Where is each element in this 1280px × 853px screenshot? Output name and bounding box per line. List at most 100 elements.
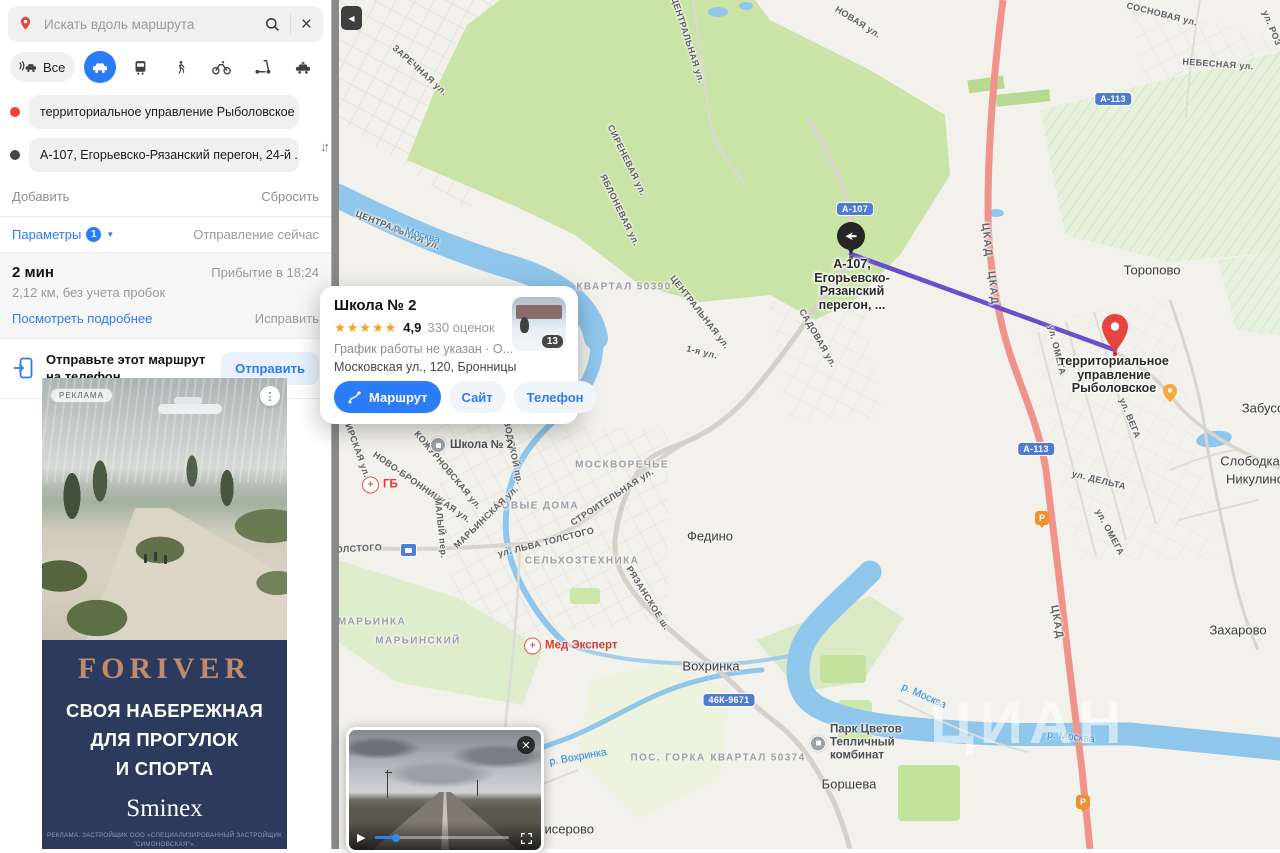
poi-dot-icon [810,735,826,751]
destination-label: территориальное управление Рыболовское [1059,354,1169,395]
mode-scooter[interactable] [246,51,278,83]
fix-link[interactable]: Исправить [255,311,319,326]
video-player[interactable]: ▶ ✕ [346,727,544,853]
route-point-b-label: А-107, Егорьевско- Рязанский перегон, ... [814,257,890,312]
collapse-panel-button[interactable]: ◀ [341,6,362,30]
mode-bike[interactable] [206,51,238,83]
map-label-area: СЕЛЬХОЗТЕХНИКА [524,555,640,567]
map-label-area: КВАРТАЛ 50374 [710,752,806,764]
car-icon [92,63,108,74]
reset-route-button[interactable]: Сбросить [261,189,319,204]
place-address: Московская ул., 120, Бронницы [334,360,517,374]
mode-walk[interactable] [165,51,197,83]
waypoint-row-from: территориальное управление Рыболовское [10,95,321,129]
map-label-town: Забусово [1241,400,1280,416]
route-icon [348,390,361,403]
map-poi-label: ГБ [383,478,398,491]
scooter-icon [255,59,271,74]
mode-bus[interactable] [125,51,157,83]
place-photo[interactable]: 13 [512,297,566,351]
chevron-down-icon: ▼ [106,230,115,239]
map-poi[interactable]: Школа № 2 [430,437,513,453]
route-distance: 2,12 км, без учета пробок [12,285,166,300]
map-poi-label: Школа № 2 [450,438,514,451]
ad-developer-logo: Sminex [126,795,203,822]
map-label-area: МОСКВОРЕЧЬЕ [575,459,669,471]
ad-menu-icon[interactable]: ⋮ [260,386,280,406]
arrival-time: Прибытие в 18:24 [211,265,319,280]
map-pin-icon [20,16,31,30]
ad-brand-logo: FORIVER [77,652,252,685]
map-poi-label: Мед Эксперт [545,639,618,652]
photo-count-badge: 13 [541,335,563,348]
close-icon[interactable]: × [299,15,314,34]
map-label-area: КВАРТАЛ 50390 [576,281,672,293]
phone-button[interactable]: Телефон [513,381,597,413]
details-link[interactable]: Посмотреть подробнее [12,311,152,326]
fullscreen-icon[interactable] [520,832,533,845]
direction-arrow-icon [845,232,857,241]
waypoint-a-input[interactable]: территориальное управление Рыболовское [29,95,299,129]
video-progress-bar[interactable] [375,833,509,842]
route-point-b-marker[interactable] [837,222,865,255]
route-duration: 2 мин [12,264,54,281]
poi-dot-icon [430,437,446,453]
mode-all-button[interactable]: Все [10,52,76,82]
mode-taxi[interactable] [287,51,319,83]
add-waypoint-button[interactable]: Добавить [12,189,69,204]
bicycle-icon [212,60,232,74]
map-poi[interactable]: + Мед Эксперт [524,637,618,655]
departure-time-button[interactable]: Отправление сейчас [193,227,319,242]
swap-waypoints-icon[interactable]: ↓↑ [320,139,330,154]
road-shield: А-113 [1094,92,1132,106]
play-icon[interactable]: ▶ [357,831,365,844]
search-input[interactable] [42,15,255,33]
reviews-count[interactable]: 330 оценок [427,320,494,335]
params-badge: 1 [86,227,102,242]
transport-modes: Все [0,42,331,89]
mode-car-selected[interactable] [84,51,116,83]
waypoints: территориальное управление Рыболовское А… [0,89,331,172]
search-icon[interactable] [263,15,282,34]
map-label-town: Бисерово [536,821,594,837]
video-pole [387,770,388,798]
road-shield: А-113 [1017,442,1055,456]
params-label: Параметры [12,227,82,242]
traffic-car-icon [19,61,36,73]
parking-icon[interactable]: P [1035,511,1049,528]
ad-trees [42,378,287,640]
search-bar[interactable]: × [8,6,323,42]
map-label-area: МАРЬИНКА [338,616,407,628]
video-pole-cross [385,772,392,773]
parking-icon[interactable]: P [1076,795,1090,812]
medical-cross-icon: + [524,637,541,655]
map-label-area: ПОС. ГОРКА [630,752,706,764]
place-card[interactable]: Школа № 2 ★★★★★ 4,9 330 оценок График ра… [320,286,597,424]
medical-cross-icon: + [362,476,379,494]
waypoint-b-dot [10,150,20,160]
map-label-town: Слободка [1220,453,1280,469]
chevron-left-icon: ◀ [348,13,355,23]
map-pin-icon [1102,314,1128,352]
params-button[interactable]: Параметры 1 ▼ [12,227,114,242]
video-progress-knob[interactable] [392,833,401,842]
ad-person [164,555,167,564]
map-label-town: Федино [686,528,734,544]
bus-stop-icon[interactable] [400,543,417,557]
map-poi[interactable]: Парк Цветов Тепличный комбинат [810,724,902,763]
ad-banner[interactable]: РЕКЛАМА ⋮ FORIVER СВОЯ НАБЕРЕЖНАЯ ДЛЯ ПР… [42,378,287,849]
phone-send-icon [13,357,33,379]
route-button[interactable]: Маршрут [334,381,441,413]
waypoint-a-dot [10,107,20,117]
map-canvas[interactable]: Торопово Федино Вохринка Бисерово Боршева Зах… [338,0,1280,849]
waypoint-b-input[interactable]: А-107, Егорьевско-Рязанский перегон, 24-… [29,138,299,172]
video-close-icon[interactable]: ✕ [517,736,535,754]
map-label-town: Захарово [1209,622,1267,638]
bus-icon [135,60,146,75]
panel-scrollbar[interactable] [331,0,339,849]
map-label-area: МАРЬИНСКИЙ [375,635,461,647]
site-button[interactable]: Сайт [448,381,506,413]
ad-slogan: СВОЯ НАБЕРЕЖНАЯ ДЛЯ ПРОГУЛОК И СПОРТА [65,700,264,779]
route-summary: 2 мин Прибытие в 18:24 2,12 км, без учет… [0,253,331,339]
map-poi[interactable]: + ГБ [362,476,398,494]
